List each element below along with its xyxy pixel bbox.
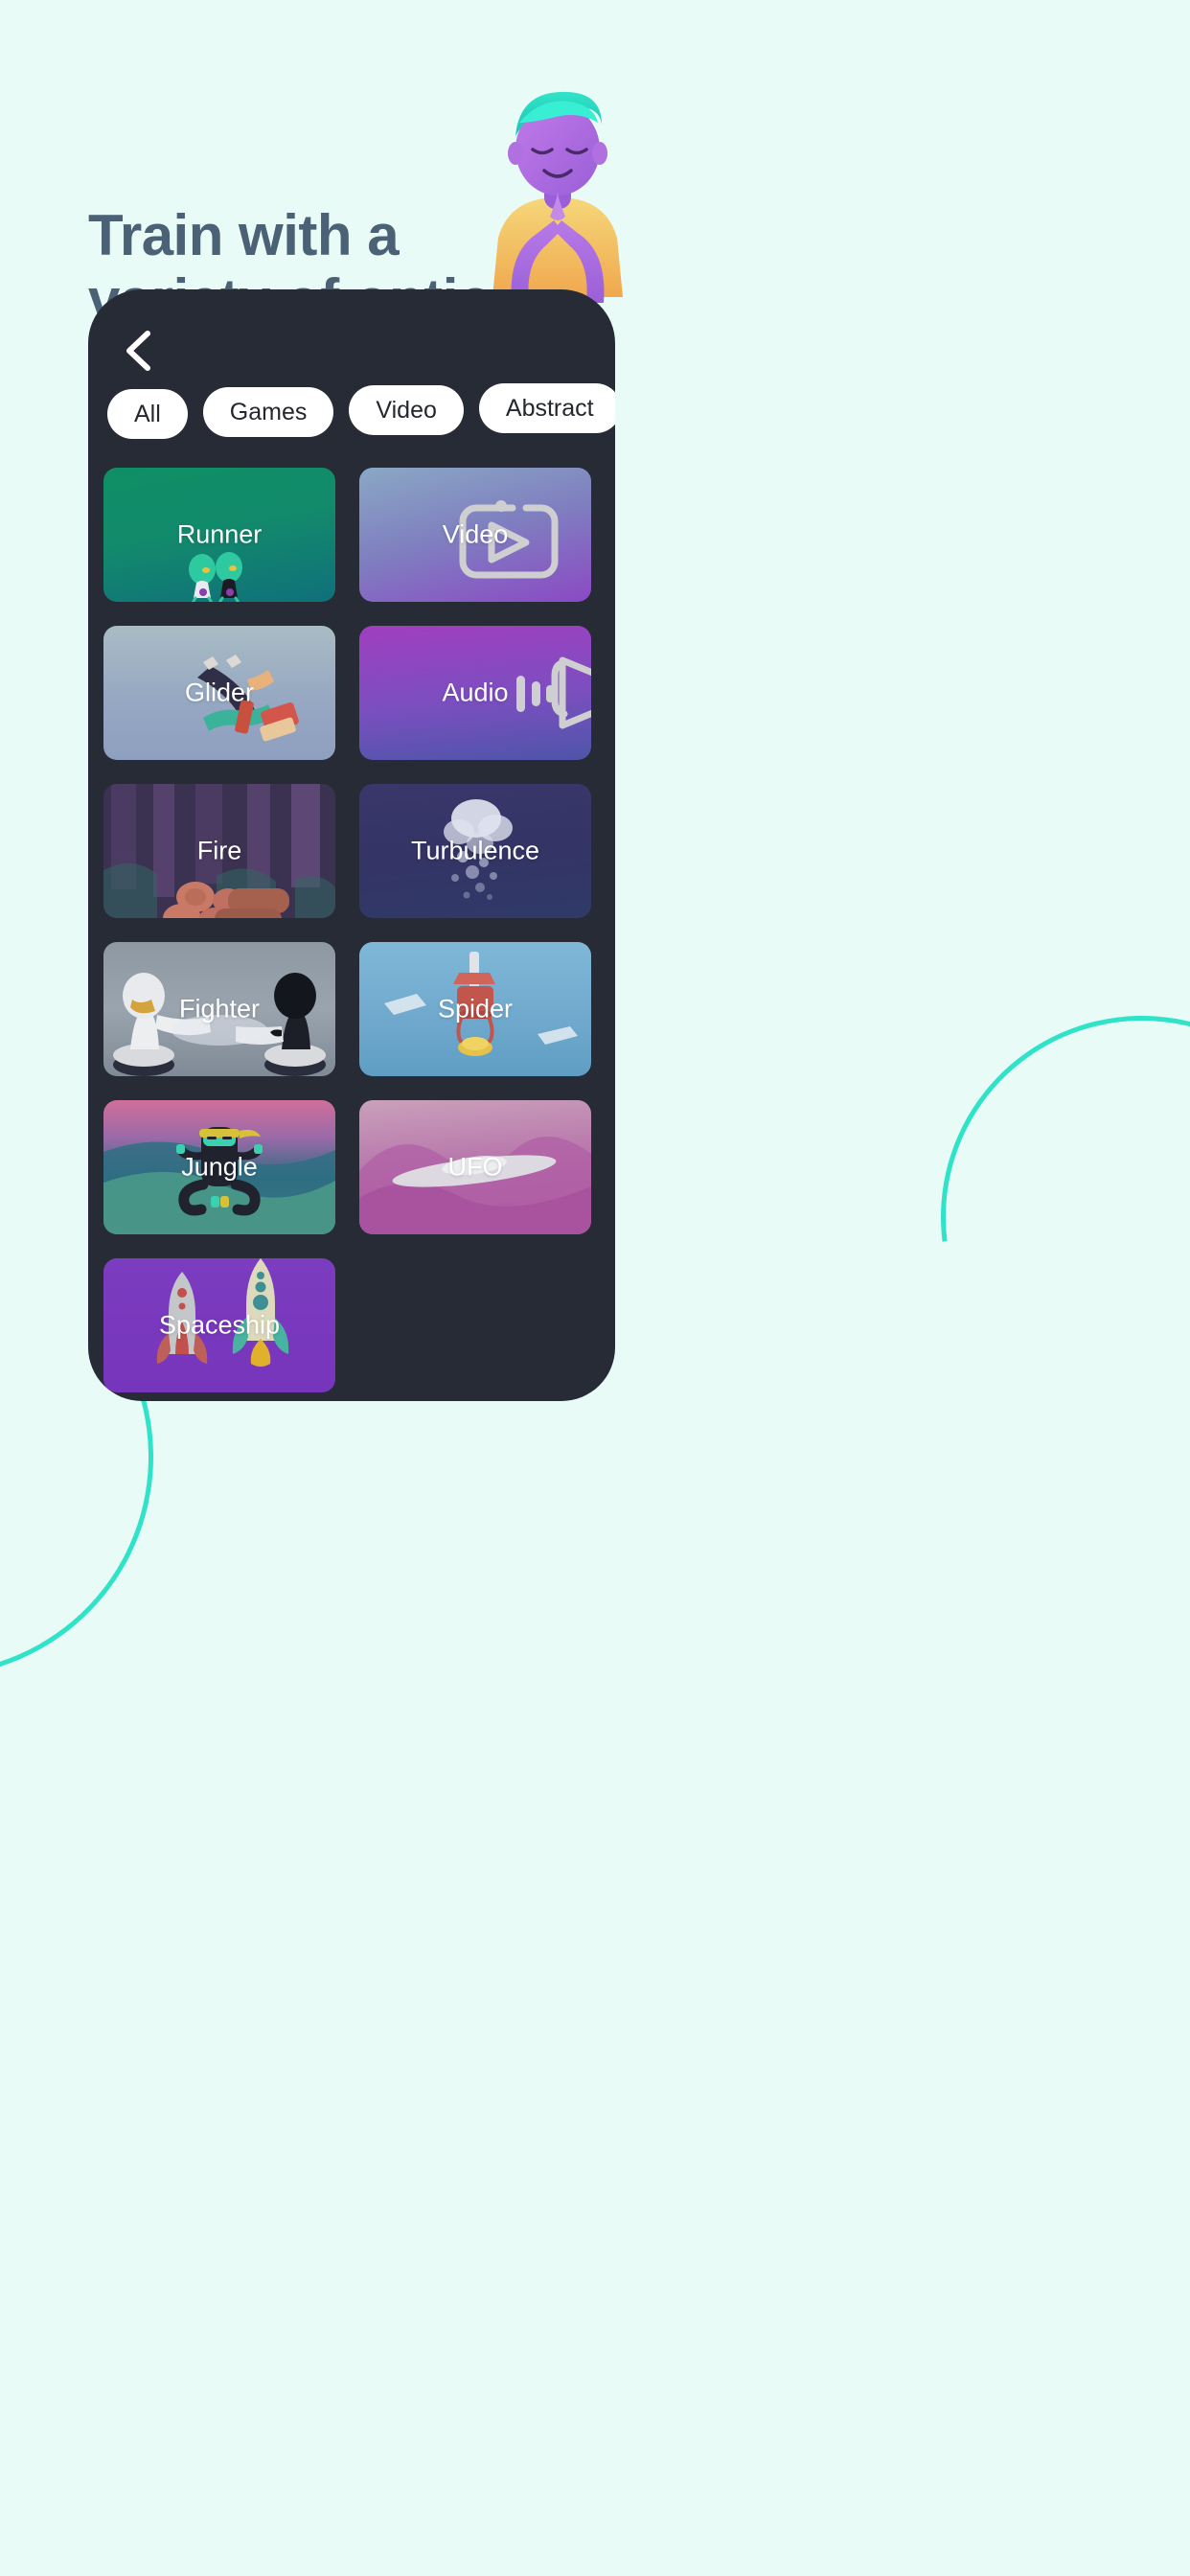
scene-card-label: Fire xyxy=(196,836,242,865)
app-screen: All Games Video Abstract Runner Video Gl… xyxy=(88,289,615,1401)
scene-card-grid: Runner Video Glider Audio Fire Turbulenc… xyxy=(103,468,609,1392)
scene-card-turbulence[interactable]: Turbulence xyxy=(359,784,591,918)
scene-card-label: Fighter xyxy=(178,994,261,1024)
filter-chip-video[interactable]: Video xyxy=(349,385,464,435)
phone-mockup: All Games Video Abstract Runner Video Gl… xyxy=(88,289,615,1401)
scene-card-runner[interactable]: Runner xyxy=(103,468,335,602)
scene-card-jungle[interactable]: Jungle xyxy=(103,1100,335,1234)
scene-card-fire[interactable]: Fire xyxy=(103,784,335,918)
scene-card-audio[interactable]: Audio xyxy=(359,626,591,760)
scene-card-spaceship[interactable]: Spaceship xyxy=(103,1258,335,1392)
filter-chip-row: All Games Video Abstract xyxy=(107,383,615,439)
scene-card-video[interactable]: Video xyxy=(359,468,591,602)
scene-card-label: UFO xyxy=(447,1152,503,1182)
scene-card-spider[interactable]: Spider xyxy=(359,942,591,1076)
filter-chip-abstract[interactable]: Abstract xyxy=(478,383,615,433)
chevron-left-icon xyxy=(122,329,154,373)
meditating-avatar xyxy=(462,77,653,307)
scene-card-label: Audio xyxy=(442,678,509,707)
scene-card-label: Glider xyxy=(184,678,255,707)
filter-chip-games[interactable]: Games xyxy=(202,387,334,437)
scene-card-label: Spider xyxy=(437,994,514,1024)
scene-card-glider[interactable]: Glider xyxy=(103,626,335,760)
scene-card-label: Video xyxy=(442,519,509,549)
scene-card-label: Spaceship xyxy=(158,1310,281,1340)
scene-card-label: Turbulence xyxy=(410,836,540,865)
filter-chip-all[interactable]: All xyxy=(107,389,188,439)
scene-card-label: Runner xyxy=(176,519,263,549)
scene-card-fighter[interactable]: Fighter xyxy=(103,942,335,1076)
back-button[interactable] xyxy=(109,320,167,381)
decorative-arc-right xyxy=(859,934,1190,1500)
scene-card-ufo[interactable]: UFO xyxy=(359,1100,591,1234)
scene-card-label: Jungle xyxy=(181,1152,258,1182)
